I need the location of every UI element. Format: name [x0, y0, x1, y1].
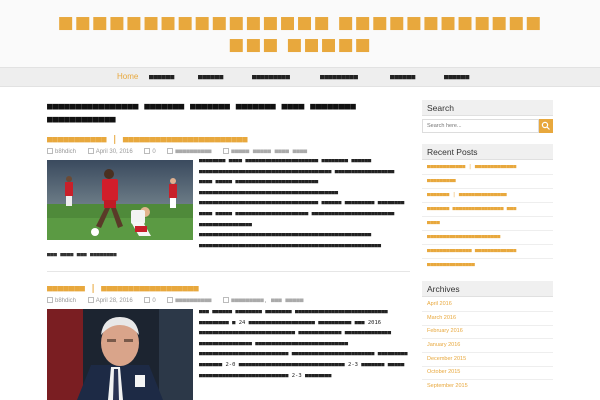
search-icon	[541, 121, 550, 130]
site-header: ■■■■■■■■■■■■■■■■ ■■■■■■■■■■■■ ■■■ ■■■■■	[0, 0, 600, 67]
site-title[interactable]: ■■■■■■■■■■■■■■■■ ■■■■■■■■■■■■ ■■■ ■■■■■	[40, 12, 560, 56]
recent-posts-title: Recent Posts	[422, 144, 553, 160]
nav-item-5[interactable]: ■■■■■■	[390, 72, 415, 82]
archive-link[interactable]: December 2015	[427, 356, 552, 363]
post-thumbnail-football[interactable]	[47, 160, 193, 240]
post-meta: b8hdich April 30, 2016 0 ■■■■■■■■■■ ■■■■…	[47, 148, 317, 156]
folder-icon	[167, 297, 174, 304]
post-category[interactable]: ■■■■■■■■■■	[175, 148, 211, 155]
nav-item-4[interactable]: ■■■■■■■■■	[320, 72, 358, 82]
post-tags[interactable]: ■■■■■ ■■■■■ ■■■■ ■■■■	[231, 148, 307, 155]
nav-item-home[interactable]: Home	[117, 72, 138, 82]
archive-link[interactable]: October 2015	[427, 369, 552, 376]
post-divider	[47, 271, 410, 272]
recent-post-link[interactable]: ■■■■	[427, 220, 552, 227]
recent-post-link[interactable]: ■■■■■■■■■	[427, 178, 552, 185]
recent-post-link[interactable]: ■■■■■■■■■■■■■■ ■■■■■■■■■■■■■	[427, 248, 552, 255]
recent-post-link[interactable]: ■■■■■■■■■■■■■■■■■■■■■■■	[427, 234, 552, 241]
main-nav: Home ■■■■■■ ■■■■■■ ■■■■■■■■■ ■■■■■■■■■ ■…	[0, 67, 600, 87]
post-thumbnail-manager[interactable]	[47, 309, 193, 400]
post-author[interactable]: b8hdich	[55, 149, 76, 155]
calendar-icon	[87, 148, 94, 155]
page-heading: ■■■■■■■■■■■■■■■■ ■■■■■■■ ■■■■■■■ ■■■■■■■…	[47, 101, 356, 125]
archive-link[interactable]: March 2016	[427, 315, 552, 322]
archive-link[interactable]: February 2016	[427, 328, 552, 335]
post-comments[interactable]: 0	[152, 298, 155, 304]
post-comments[interactable]: 0	[152, 149, 155, 155]
nav-item-3[interactable]: ■■■■■■■■■	[252, 72, 290, 82]
post-excerpt: ■■■ ■■■■■■ ■■■■■■■■ ■■■■■■■■ ■■■■■■■■■■■…	[199, 309, 408, 379]
search-input[interactable]	[422, 119, 539, 133]
post-tags[interactable]: ■■■■■■■■■, ■■■ ■■■■■	[231, 297, 303, 304]
post-author[interactable]: b8hdich	[55, 298, 76, 304]
recent-post-link[interactable]: ■■■■■■■ ■■■■■■■■■■■■■■■■ ■■■	[427, 206, 552, 213]
comment-icon	[144, 148, 151, 155]
post-category[interactable]: ■■■■■■■■■■	[175, 297, 211, 304]
folder-icon	[167, 148, 174, 155]
search-widget-title: Search	[422, 100, 553, 116]
tag-icon	[223, 148, 230, 155]
user-icon	[47, 148, 53, 155]
recent-post-link[interactable]: ■■■■■■■ | ■■■■■■■■■■■■■■■	[427, 192, 552, 199]
post-meta: b8hdich April 28, 2016 0 ■■■■■■■■■■ ■■■■…	[47, 297, 313, 305]
user-icon	[47, 297, 53, 304]
read-more-link[interactable]: ■■■ ■■■■ ■■■ ■■■■■■■■	[47, 252, 117, 258]
archive-link[interactable]: January 2016	[427, 342, 552, 349]
archives-title: Archives	[422, 281, 553, 297]
calendar-icon	[87, 297, 94, 304]
post-date[interactable]: April 28, 2016	[96, 298, 133, 304]
nav-item-2[interactable]: ■■■■■■	[198, 72, 223, 82]
nav-item-6[interactable]: ■■■■■■	[444, 72, 469, 82]
recent-post-link[interactable]: ■■■■■■■■■■■■ | ■■■■■■■■■■■■■	[427, 164, 552, 171]
nav-item-1[interactable]: ■■■■■■	[149, 72, 174, 82]
search-button[interactable]	[539, 119, 553, 133]
tag-icon	[223, 297, 230, 304]
post-title[interactable]: ■■■■■■■■■■■ | ■■■■■■■■■■■■■■■■■■■■■■■	[47, 135, 247, 146]
comment-icon	[144, 297, 151, 304]
recent-post-link[interactable]: ■■■■■■■■■■■■■■■	[427, 262, 552, 269]
archive-link[interactable]: September 2015	[427, 383, 552, 390]
archive-link[interactable]: April 2016	[427, 301, 552, 308]
post-date[interactable]: April 30, 2016	[96, 149, 133, 155]
post-excerpt: ■■■■■■■■ ■■■■ ■■■■■■■■■■■■■■■■■■■■■■ ■■■…	[199, 158, 405, 249]
post-title[interactable]: ■■■■■■■ | ■■■■■■■■■■■■■■■■■■	[47, 284, 199, 295]
